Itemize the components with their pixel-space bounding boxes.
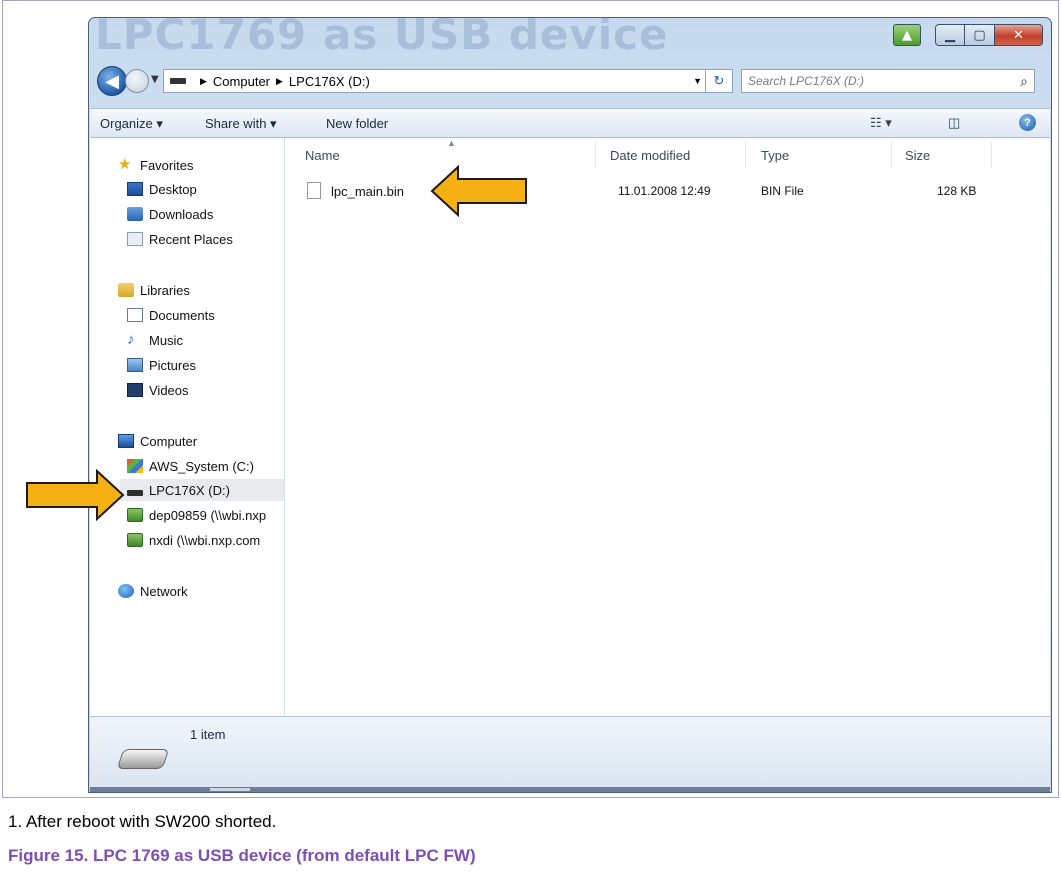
file-type: BIN File: [761, 184, 804, 198]
explorer-window: LPC1769 as USB device ▲ ▁ ▢ ✕ ◀ ▼ ▶ Comp…: [88, 17, 1052, 793]
network-icon: [118, 584, 134, 598]
network-drive-icon: [127, 508, 143, 522]
sidebar-item-lpc176x[interactable]: LPC176X (D:): [120, 479, 284, 501]
system-drive-icon: [127, 459, 143, 473]
pointer-arrow-drive: [26, 469, 125, 521]
videos-icon: [127, 383, 143, 397]
caption-buttons: ▲ ▁ ▢ ✕: [893, 24, 1043, 46]
file-icon: [307, 182, 321, 199]
figure-caption: Figure 15. LPC 1769 as USB device (from …: [8, 846, 476, 865]
column-header-date-modified[interactable]: Date modified: [610, 148, 690, 163]
libraries-icon: [118, 283, 134, 297]
search-icon[interactable]: ⌕: [1020, 73, 1028, 90]
search-placeholder: Search LPC176X (D:): [748, 74, 865, 88]
help-icon[interactable]: ?: [1019, 114, 1036, 131]
file-name[interactable]: lpc_main.bin: [331, 184, 404, 199]
extension-icon[interactable]: ▲: [893, 24, 921, 46]
sidebar-item-recent-places[interactable]: Recent Places: [127, 228, 233, 250]
documents-icon: [127, 308, 143, 322]
address-dropdown-icon[interactable]: ▼: [693, 76, 702, 86]
breadcrumb-separator-icon[interactable]: ▶: [200, 76, 207, 87]
search-input[interactable]: Search LPC176X (D:) ⌕: [741, 69, 1035, 93]
horizontal-scrollbar[interactable]: [90, 787, 1050, 792]
breadcrumb-separator-icon[interactable]: ▶: [276, 76, 283, 87]
file-date-modified: 11.01.2008 12:49: [618, 184, 711, 198]
sidebar-item-pictures[interactable]: Pictures: [127, 354, 196, 376]
history-dropdown-icon[interactable]: ▼: [151, 74, 159, 85]
sidebar-item-downloads[interactable]: Downloads: [127, 203, 213, 225]
pictures-icon: [127, 358, 143, 372]
new-folder-button[interactable]: New folder: [326, 116, 388, 131]
window-ghost-title: LPC1769 as USB device: [95, 17, 669, 59]
sidebar-item-label: Network: [140, 583, 188, 599]
command-bar: Organize ▾ Share with ▾ New folder ☷ ▾ ◫…: [90, 108, 1050, 138]
column-header-type[interactable]: Type: [761, 148, 789, 163]
forward-arrow-icon[interactable]: [125, 69, 149, 93]
network-drive-icon: [127, 533, 143, 547]
column-divider[interactable]: [595, 142, 596, 168]
sidebar-item-label: Music: [149, 332, 183, 348]
sidebar-item-network[interactable]: Network: [118, 580, 188, 602]
refresh-icon[interactable]: ↻: [705, 70, 732, 92]
share-with-button[interactable]: Share with ▾: [205, 116, 277, 132]
sidebar-item-computer[interactable]: Computer: [118, 430, 197, 452]
address-bar[interactable]: ▶ Computer ▶ LPC176X (D:) ▼ ↻: [163, 69, 733, 93]
details-pane: 1 item: [90, 716, 1050, 787]
sidebar-item-dep09859[interactable]: dep09859 (\\wbi.nxp: [127, 504, 266, 526]
navigation-pane: ★ Favorites Desktop Downloads Recent Pla…: [90, 138, 285, 716]
back-arrow-icon[interactable]: ◀: [97, 66, 127, 96]
sidebar-item-documents[interactable]: Documents: [127, 304, 215, 326]
sidebar-item-label: Libraries: [140, 282, 190, 298]
downloads-icon: [127, 207, 143, 221]
organize-button[interactable]: Organize ▾: [100, 116, 163, 132]
usb-drive-icon: [116, 749, 170, 769]
address-row: ◀ ▼ ▶ Computer ▶ LPC176X (D:) ▼ ↻ Search…: [97, 66, 1043, 96]
sidebar-item-label: dep09859 (\\wbi.nxp: [149, 507, 267, 523]
item-count: 1 item: [190, 727, 226, 742]
sidebar-item-label: nxdi (\\wbi.nxp.com: [149, 532, 261, 548]
view-options-icon[interactable]: ☷ ▾: [870, 115, 892, 131]
sidebar-item-label: Desktop: [149, 181, 197, 197]
sidebar-item-label: LPC176X (D:): [149, 482, 230, 498]
sidebar-item-nxdi[interactable]: nxdi (\\wbi.nxp.com: [127, 529, 260, 551]
sidebar-item-aws-system[interactable]: AWS_System (C:): [127, 455, 254, 477]
sort-ascending-icon: ▲: [447, 138, 456, 148]
sidebar-item-favorites[interactable]: ★ Favorites: [118, 154, 193, 176]
column-divider[interactable]: [991, 142, 992, 168]
sidebar-item-videos[interactable]: Videos: [127, 379, 189, 401]
star-icon: ★: [118, 156, 132, 173]
sidebar-item-label: Pictures: [149, 357, 196, 373]
desktop-icon: [127, 182, 143, 196]
sidebar-item-label: AWS_System (C:): [149, 458, 254, 474]
file-size: 128 KB: [937, 184, 977, 198]
figure-note: 1. After reboot with SW200 shorted.: [8, 812, 277, 831]
sidebar-item-label: Recent Places: [149, 231, 233, 247]
column-divider[interactable]: [891, 142, 892, 168]
recent-places-icon: [127, 232, 143, 246]
sidebar-item-label: Favorites: [140, 157, 194, 173]
sidebar-item-desktop[interactable]: Desktop: [127, 178, 197, 200]
close-button[interactable]: ✕: [995, 24, 1043, 46]
sidebar-item-label: Downloads: [149, 206, 214, 222]
breadcrumb-computer[interactable]: Computer: [213, 74, 270, 89]
file-list: ▲ Name Date modified Type Size lpc_main.…: [285, 138, 1050, 716]
column-header-name[interactable]: Name: [305, 148, 340, 163]
usb-drive-icon: [127, 490, 143, 496]
sidebar-item-label: Videos: [149, 382, 189, 398]
minimize-button[interactable]: ▁: [935, 24, 965, 46]
column-divider[interactable]: [745, 142, 746, 168]
sidebar-item-label: Computer: [140, 433, 198, 449]
scrollbar-thumb[interactable]: [210, 788, 250, 791]
preview-pane-icon[interactable]: ◫: [948, 115, 960, 131]
computer-icon: [118, 434, 134, 448]
maximize-button[interactable]: ▢: [965, 24, 995, 46]
drive-icon: [170, 78, 186, 84]
sidebar-item-libraries[interactable]: Libraries: [118, 279, 190, 301]
sidebar-item-label: Documents: [149, 307, 215, 323]
column-header-size[interactable]: Size: [905, 148, 930, 163]
sidebar-item-music[interactable]: ♪ Music: [127, 329, 183, 351]
music-note-icon: ♪: [127, 331, 135, 348]
pointer-arrow-file: [430, 165, 527, 217]
breadcrumb-drive[interactable]: LPC176X (D:): [289, 74, 370, 89]
